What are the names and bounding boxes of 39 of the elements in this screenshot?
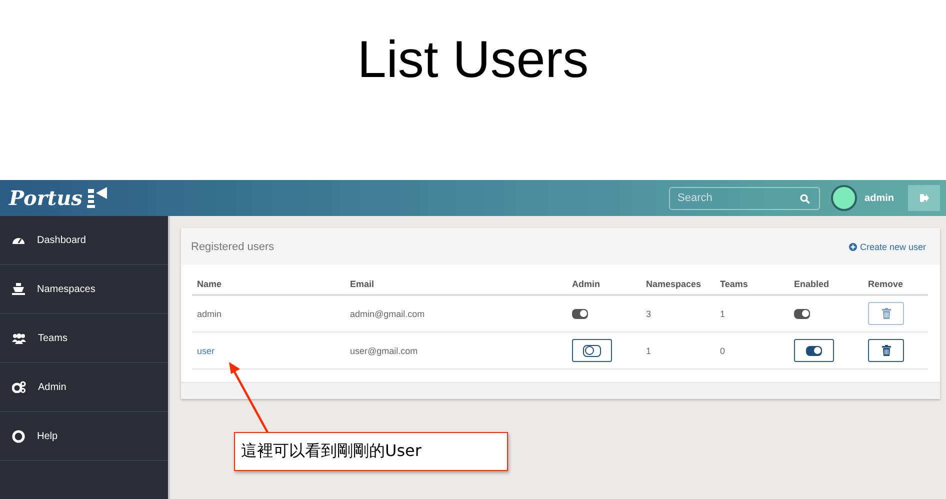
gears-icon [12,381,26,393]
namespaces-count: 1 [646,346,652,356]
remove-button[interactable] [868,339,904,362]
slide-title: List Users [357,30,589,91]
column-header: Name [192,274,345,296]
column-header: Namespaces [641,274,715,296]
column-header: Enabled [789,274,863,296]
user-name-cell: admin [197,308,222,318]
user-name-link[interactable]: user [197,346,215,356]
teams-count: 1 [720,308,726,318]
sign-out-icon [920,194,928,202]
email-cell: admin@gmail.com [350,308,425,318]
column-header: Admin [567,274,641,296]
search-icon [800,194,810,204]
ship-icon [12,283,25,295]
sidebar-item[interactable]: Teams [0,314,168,363]
users-icon [12,332,26,344]
column-header: Teams [715,274,789,296]
annotation-text: 這裡可以看到剛剛的User [241,441,422,462]
trash-icon [882,345,890,356]
panel-title: Registered users [191,240,274,252]
enabled-toggle-button[interactable] [794,339,834,362]
column-header: Remove [863,274,928,296]
create-user-link[interactable]: Create new user [848,242,926,252]
sidebar-item[interactable]: Dashboard [0,216,168,265]
column-header: Email [345,274,567,296]
namespaces-count: 3 [646,308,652,318]
sidebar-item[interactable]: Namespaces [0,265,168,314]
plus-circle-icon [848,242,857,250]
sidebar-item[interactable]: Admin [0,363,168,412]
sidebar-item[interactable]: Help [0,412,168,461]
trash-icon [882,308,890,319]
lifebuoy-icon [12,430,25,442]
teams-count: 0 [720,346,726,356]
avatar[interactable] [830,185,857,211]
admin-toggle-button[interactable] [572,339,612,362]
lighthouse-icon [86,186,108,210]
brand-logo[interactable]: Portus [9,186,82,210]
email-cell: user@gmail.com [350,346,418,356]
